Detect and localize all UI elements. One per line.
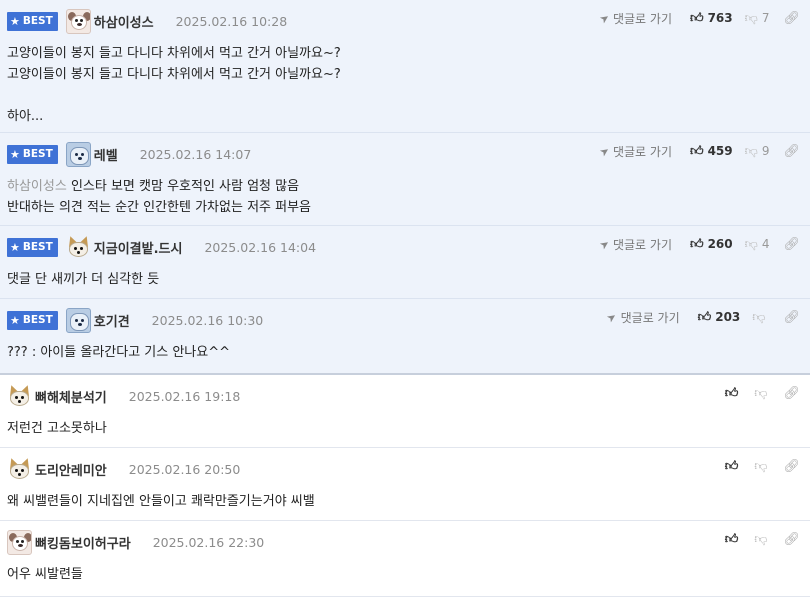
best-comment: ★ BEST 지금이결밭.드시 2025.02.16 14:04 ➤ 댓글로 가기 …	[0, 226, 810, 299]
avatar[interactable]	[7, 529, 32, 555]
avatar[interactable]	[7, 383, 32, 409]
send-arrow-icon: ➤	[604, 309, 620, 325]
thumbs-up-icon: 👍︎	[724, 385, 739, 401]
thumbs-down-icon: 👎︎	[744, 236, 758, 252]
comment-date: 2025.02.16 22:30	[152, 534, 265, 550]
thumbs-down-icon: 👎︎	[744, 143, 758, 159]
dislike-button[interactable]: 👎︎	[754, 386, 767, 401]
thumbs-up-icon: 👍︎	[689, 236, 704, 252]
like-button[interactable]: 👍︎	[725, 459, 739, 474]
best-comment: ★ BEST 호기견 2025.02.16 10:30 ➤ 댓글로 가기 👍︎ 203…	[0, 299, 810, 375]
best-comment: ★ BEST 하삼이성스 2025.02.16 10:28 ➤ 댓글로 가기 👍︎ 7…	[0, 0, 810, 133]
star-icon: ★	[10, 240, 20, 254]
dislike-button[interactable]: 👎︎	[754, 532, 767, 547]
comment-date: 2025.02.16 10:30	[151, 312, 264, 328]
thumbs-down-icon: 👎︎	[754, 385, 768, 401]
thumbs-up-icon: 👍︎	[697, 309, 712, 325]
comment-author[interactable]: 지금이결밭.드시	[94, 238, 183, 257]
dislike-button[interactable]: 👎︎ 9	[745, 144, 770, 159]
comment-date: 2025.02.16 20:50	[128, 461, 241, 477]
goto-reply-link[interactable]: ➤ 댓글로 가기	[596, 143, 672, 160]
comment: 뼈해체분석기 2025.02.16 19:18 👍︎ 👎︎ 🔗︎ 저런건 고소못…	[0, 375, 810, 448]
link-icon[interactable]: 🔗︎	[783, 532, 800, 547]
comment-date: 2025.02.16 14:07	[139, 146, 252, 162]
comment-author[interactable]: 뼈킹돔보이허구라	[35, 533, 131, 552]
comment-author[interactable]: 레벨	[94, 145, 118, 164]
link-icon[interactable]: 🔗︎	[783, 11, 800, 26]
star-icon: ★	[10, 313, 20, 327]
best-badge: ★ BEST	[7, 11, 58, 31]
thumbs-up-icon: 👍︎	[689, 10, 704, 26]
star-icon: ★	[10, 147, 20, 161]
comment: 도리안레미안 2025.02.16 20:50 👍︎ 👎︎ 🔗︎ 왜 씨밸련들이…	[0, 448, 810, 521]
like-button[interactable]: 👍︎	[725, 532, 739, 547]
link-icon[interactable]: 🔗︎	[783, 237, 800, 252]
comment-date: 2025.02.16 10:28	[175, 13, 288, 29]
thumbs-up-icon: 👍︎	[724, 458, 739, 474]
comment-list: ★ BEST 하삼이성스 2025.02.16 10:28 ➤ 댓글로 가기 👍︎ 7…	[0, 0, 810, 597]
comment-author[interactable]: 뼈해체분석기	[35, 387, 107, 406]
dislike-button[interactable]: 👎︎	[752, 310, 769, 325]
comment-body: ??? : 아이들 올라간다고 기스 안나요^^	[7, 345, 231, 360]
comment-date: 2025.02.16 14:04	[204, 239, 317, 255]
dislike-button[interactable]: 👎︎ 4	[745, 237, 770, 252]
like-button[interactable]: 👍︎ 459	[690, 144, 733, 159]
link-icon[interactable]: 🔗︎	[783, 310, 800, 325]
comment-body: 저런건 고소못하나	[7, 421, 107, 436]
dislike-button[interactable]: 👎︎	[754, 459, 767, 474]
thumbs-down-icon: 👎︎	[754, 458, 768, 474]
avatar[interactable]	[7, 456, 32, 482]
thumbs-down-icon: 👎︎	[754, 531, 768, 547]
dislike-button[interactable]: 👎︎ 7	[745, 11, 770, 26]
link-icon[interactable]: 🔗︎	[783, 459, 800, 474]
thumbs-up-icon: 👍︎	[689, 143, 704, 159]
link-icon[interactable]: 🔗︎	[783, 144, 800, 159]
avatar[interactable]	[65, 234, 91, 260]
avatar[interactable]	[65, 8, 91, 34]
send-arrow-icon: ➤	[596, 10, 612, 26]
like-button[interactable]: 👍︎ 260	[690, 237, 733, 252]
comment-body: 어우 씨발련들	[7, 567, 83, 582]
comment-body: 하삼이성스 인스타 보면 캣맘 우호적인 사람 엄청 많음 반대하는 의견 적는…	[7, 179, 312, 215]
thumbs-down-icon: 👎︎	[744, 10, 758, 26]
comment-body: 왜 씨밸련들이 지네집엔 안들이고 쾌락만즐기는거야 씨밸	[7, 494, 315, 509]
send-arrow-icon: ➤	[596, 143, 612, 159]
comment-body: 댓글 단 새끼가 더 심각한 듯	[7, 272, 160, 287]
comment-date: 2025.02.16 19:18	[128, 388, 241, 404]
link-icon[interactable]: 🔗︎	[783, 386, 800, 401]
comment-author[interactable]: 호기견	[94, 311, 130, 330]
mention[interactable]: 하삼이성스	[7, 179, 67, 194]
best-badge: ★ BEST	[7, 310, 58, 330]
comment-author[interactable]: 도리안레미안	[35, 460, 107, 479]
avatar[interactable]	[65, 307, 91, 333]
thumbs-down-icon: 👎︎	[752, 309, 766, 325]
comment-body: 고양이들이 봉지 들고 다니다 차위에서 먹고 간거 아닐까요~? 고양이들이 …	[7, 46, 341, 124]
avatar[interactable]	[65, 141, 91, 167]
goto-reply-link[interactable]: ➤ 댓글로 가기	[596, 10, 672, 27]
goto-reply-link[interactable]: ➤ 댓글로 가기	[604, 309, 679, 326]
like-button[interactable]: 👍︎ 203	[698, 310, 741, 325]
send-arrow-icon: ➤	[596, 236, 612, 252]
comment: 뼈킹돔보이허구라 2025.02.16 22:30 👍︎ 👎︎ 🔗︎ 어우 씨발…	[0, 521, 810, 597]
comment-author[interactable]: 하삼이성스	[94, 12, 154, 31]
best-badge: ★ BEST	[7, 144, 58, 164]
thumbs-up-icon: 👍︎	[724, 531, 739, 547]
like-button[interactable]: 👍︎ 763	[690, 11, 733, 26]
best-badge: ★ BEST	[7, 237, 58, 257]
goto-reply-link[interactable]: ➤ 댓글로 가기	[596, 236, 672, 253]
best-comment: ★ BEST 레벨 2025.02.16 14:07 ➤ 댓글로 가기 👍︎ 459 …	[0, 133, 810, 226]
like-button[interactable]: 👍︎	[725, 386, 739, 401]
star-icon: ★	[10, 14, 20, 28]
